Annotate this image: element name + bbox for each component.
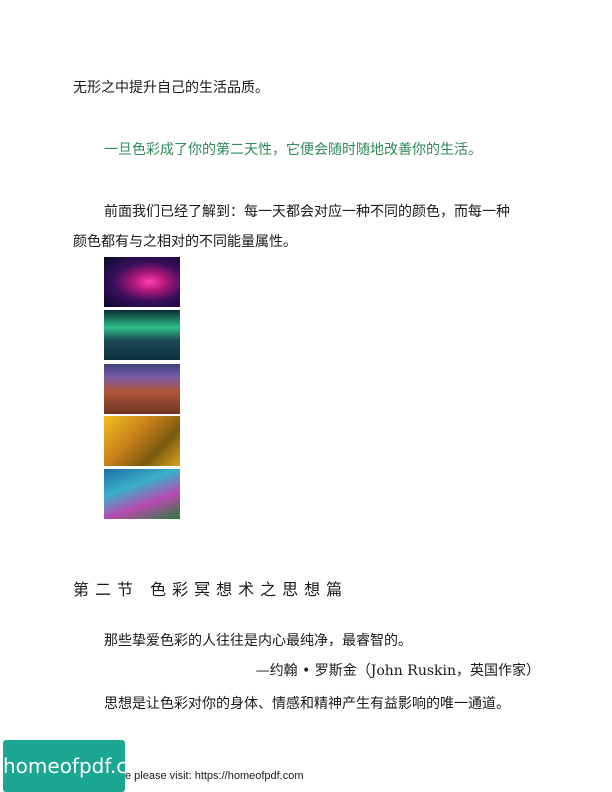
highlight-sentence: 一旦色彩成了你的第二天性，它便会随时随地改善你的生活。	[104, 142, 482, 158]
section-heading: 第二节 色彩冥想术之思想篇	[73, 580, 349, 599]
footer-text: e please visit: https://homeofpdf.com	[125, 770, 304, 782]
autumn-forest-image	[104, 416, 180, 466]
paragraph-line: 思想是让色彩对你的身体、情感和精神产生有益影响的唯一通道。	[104, 696, 510, 712]
paragraph-line: 颜色都有与之相对的不同能量属性。	[73, 234, 297, 250]
canyon-image	[104, 364, 180, 414]
quote-text: 那些挚爱色彩的人往往是内心最纯净，最睿智的。	[104, 633, 412, 649]
site-logo[interactable]: homeofpdf.com	[3, 740, 159, 792]
paragraph-line: 前面我们已经了解到：每一天都会对应一种不同的颜色，而每一种	[104, 204, 510, 220]
paragraph-line: 无形之中提升自己的生活品质。	[73, 80, 269, 96]
nebula-image	[104, 257, 180, 307]
coral-reef-image	[104, 469, 180, 519]
aurora-image	[104, 310, 180, 360]
quote-attribution: —约翰 • 罗斯金（John Ruskin，英国作家）	[255, 663, 540, 679]
